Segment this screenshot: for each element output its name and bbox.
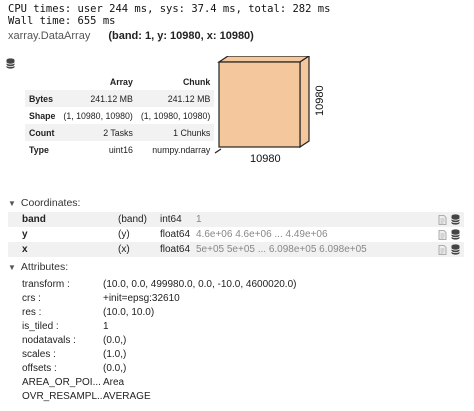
attribute-name: is_tiled :: [22, 320, 59, 332]
timing-cpu: CPU times: user 244 ms, sys: 37.4 ms, to…: [8, 3, 331, 15]
attribute-name: AREA_OR_POI... :: [22, 376, 103, 388]
attribute-name: scales :: [22, 348, 56, 360]
column-header-array: Array: [59, 73, 137, 90]
array-value: uint16: [108, 144, 133, 155]
attribute-name: nodatavals :: [22, 334, 76, 346]
attribute-row: crs : +init=epsg:32610: [22, 291, 180, 305]
chunk-value: numpy.ndarray: [152, 144, 211, 155]
coordinate-row-y: y (y) float64 4.6e+06 4.6e+06 ... 4.49e+…: [8, 227, 464, 242]
table-header-row: Array Chunk: [25, 73, 215, 90]
coord-preview: 4.6e+06 4.6e+06 ... 4.49e+06: [196, 229, 328, 240]
row-label: Shape: [29, 110, 56, 121]
database-icon[interactable]: [451, 244, 460, 255]
attribute-row: scales : (1.0,): [22, 347, 126, 361]
coord-name: band: [22, 214, 46, 225]
attribute-value: (0.0,): [103, 334, 127, 346]
attribute-name: offsets :: [22, 362, 57, 374]
array-value: 2 Tasks: [59, 124, 137, 141]
attribute-value: Area: [103, 376, 125, 388]
attribute-row: OVR_RESAMPL... : AVERAGE: [22, 389, 151, 403]
attribute-name: crs :: [22, 292, 41, 304]
attribute-value: (10.0, 0.0, 499980.0, 0.0, -10.0, 460002…: [103, 278, 297, 290]
coord-preview: 1: [196, 214, 202, 225]
timing-output: CPU times: user 244 ms, sys: 37.4 ms, to…: [8, 3, 330, 27]
table-row: Shape (1, 10980, 10980) (1, 10980, 10980…: [25, 107, 214, 124]
attribute-name: res :: [22, 306, 42, 318]
attribute-row: nodatavals : (0.0,): [22, 333, 126, 347]
database-icon[interactable]: [451, 214, 460, 225]
cube-depth-edge: [214, 148, 222, 154]
attribute-row: res : (10.0, 10.0): [22, 305, 154, 319]
column-header-chunk: Chunk: [136, 73, 215, 90]
cube-side-face: [299, 56, 310, 149]
cube-bottom-label: 10980: [250, 153, 281, 165]
expanded-triangle-icon: ▼: [8, 262, 16, 272]
attributes-title: Attributes:: [20, 261, 69, 273]
chunk-cube-diagram: 10980 10980: [214, 56, 326, 165]
coordinate-row-x: x (x) float64 5e+05 5e+05 ... 6.098e+05 …: [8, 242, 464, 257]
attribute-value: (1.0,): [103, 348, 127, 360]
coordinates-title: Coordinates:: [20, 197, 81, 209]
attribute-value: 1: [103, 320, 109, 332]
table-row: Bytes 241.12 MB 241.12 MB: [25, 90, 215, 107]
coordinate-row-band: band (band) int64 1: [8, 212, 464, 227]
coord-dtype: float64: [160, 244, 191, 255]
array-value: 241.12 MB: [59, 90, 137, 107]
table-row: Count 2 Tasks 1 Chunks: [25, 124, 215, 141]
attribute-value: AVERAGE: [103, 390, 151, 402]
coordinates-section-toggle[interactable]: ▼ Coordinates:: [8, 197, 80, 209]
chunk-value: (1, 10980, 10980): [140, 110, 211, 121]
database-icon[interactable]: [451, 229, 460, 240]
coord-name: x: [22, 244, 28, 255]
dataarray-header: xarray.DataArray (band: 1, y: 10980, x: …: [8, 29, 254, 43]
attribute-name: transform :: [22, 278, 70, 290]
file-attributes-icon[interactable]: [438, 214, 447, 225]
file-attributes-icon[interactable]: [438, 229, 447, 240]
coord-dims: (x): [118, 244, 130, 255]
timing-wall: Wall time: 655 ms: [8, 15, 116, 27]
attribute-name: OVR_RESAMPL... :: [22, 390, 103, 402]
row-label: Bytes: [25, 90, 60, 107]
database-icon[interactable]: [6, 58, 15, 69]
attribute-value: +init=epsg:32610: [103, 292, 180, 304]
chunk-value: 241.12 MB: [136, 90, 215, 107]
expanded-triangle-icon: ▼: [8, 198, 16, 208]
coord-dtype: int64: [160, 214, 182, 225]
attribute-row: offsets : (0.0,): [22, 361, 126, 375]
table-row: Type uint16 numpy.ndarray: [25, 141, 214, 158]
attribute-value: (0.0,): [103, 362, 127, 374]
array-value: (1, 10980, 10980): [63, 110, 133, 121]
cube-front-face: [218, 61, 301, 148]
coord-dims: (band): [118, 214, 147, 225]
attribute-row: is_tiled : 1: [22, 319, 109, 333]
array-summary-table: Array Chunk Bytes 241.12 MB 241.12 MB Sh…: [25, 73, 215, 158]
coord-dims: (y): [118, 229, 130, 240]
attribute-value: (10.0, 10.0): [103, 306, 155, 318]
attribute-row: AREA_OR_POI... : Area: [22, 375, 124, 389]
row-label: Count: [25, 124, 60, 141]
dataarray-dims: (band: 1, y: 10980, x: 10980): [108, 30, 254, 42]
coord-dtype: float64: [160, 229, 191, 240]
file-attributes-icon[interactable]: [438, 244, 447, 255]
attribute-row: transform : (10.0, 0.0, 499980.0, 0.0, -…: [22, 277, 296, 291]
cube-side-label: 10980: [314, 85, 326, 116]
coord-preview: 5e+05 5e+05 ... 6.098e+05 6.098e+05: [196, 244, 367, 255]
cube-top-face: [217, 56, 311, 63]
row-label: Type: [29, 144, 49, 155]
chunk-value: 1 Chunks: [136, 124, 215, 141]
dataarray-type: xarray.DataArray: [8, 30, 91, 42]
coord-name: y: [22, 229, 28, 240]
attributes-section-toggle[interactable]: ▼ Attributes:: [8, 261, 68, 273]
